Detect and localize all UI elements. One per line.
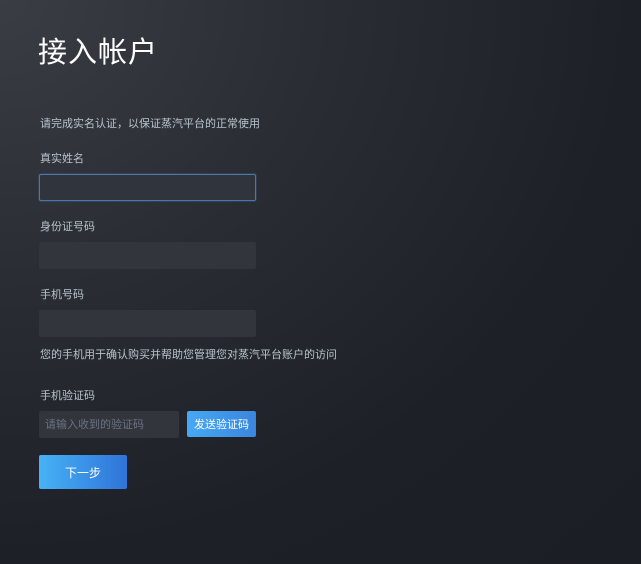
phone-input[interactable]: [39, 310, 256, 337]
real-name-label: 真实姓名: [40, 152, 84, 165]
verification-code-input[interactable]: [39, 411, 179, 438]
verification-code-label: 手机验证码: [40, 389, 95, 402]
phone-label: 手机号码: [40, 288, 84, 301]
send-code-button[interactable]: 发送验证码: [187, 411, 256, 437]
phone-usage-note: 您的手机用于确认购买并帮助您管理您对蒸汽平台账户的访问: [40, 348, 337, 361]
account-link-page: 接入帐户 请完成实名认证，以保证蒸汽平台的正常使用 真实姓名 身份证号码 手机号…: [0, 0, 641, 564]
intro-text: 请完成实名认证，以保证蒸汽平台的正常使用: [40, 117, 260, 130]
id-number-input[interactable]: [39, 242, 256, 269]
next-step-button[interactable]: 下一步: [39, 455, 127, 489]
page-title: 接入帐户: [38, 35, 159, 69]
id-number-label: 身份证号码: [40, 220, 95, 233]
real-name-input[interactable]: [39, 174, 256, 201]
